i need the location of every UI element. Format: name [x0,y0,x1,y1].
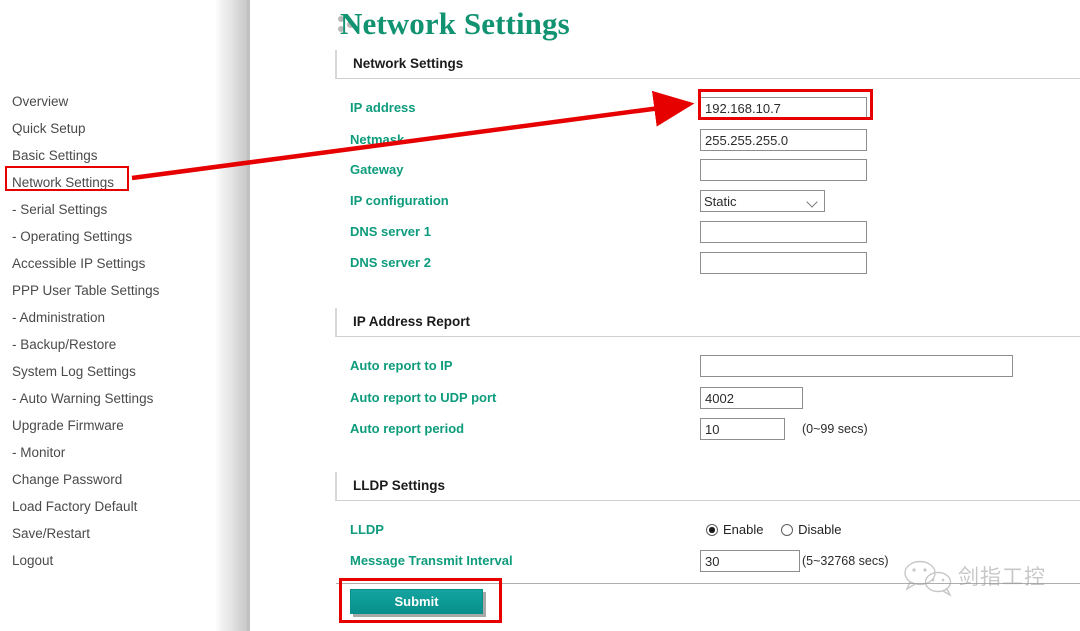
sidebar-item-serial-settings[interactable]: - Serial Settings [0,196,215,223]
sidebar-item-ppp-user-table-settings[interactable]: PPP User Table Settings [0,277,215,304]
dns-server-1-input[interactable] [700,221,867,243]
lldp-radio-enable[interactable]: Enable [706,522,763,537]
section-header-network-settings: Network Settings [335,50,1080,79]
message-transmit-interval-input[interactable] [700,550,800,572]
field-row-ip-configuration: IP configuration StaticDHCPDHCP/BOOTPBOO… [250,190,1080,215]
page-title: Network Settings [340,6,570,41]
section-header-label: IP Address Report [353,314,471,329]
field-label-auto-report-to-udp-port: Auto report to UDP port [350,390,497,405]
field-row-dns-server-1: DNS server 1 [250,221,1080,246]
lldp-radio-disable-label: Disable [798,522,842,537]
field-row-auto-report-period: Auto report period (0~99 secs) [250,418,1080,443]
section-header-lldp-settings: LLDP Settings [335,472,1080,501]
field-label-gateway: Gateway [350,162,404,177]
dns-server-2-input[interactable] [700,252,867,274]
gateway-input[interactable] [700,159,867,181]
sidebar: Overview Quick Setup Basic Settings Network… [0,0,215,631]
sidebar-item-change-password[interactable]: Change Password [0,466,215,493]
sidebar-item-logout[interactable]: Logout [0,547,215,574]
section-header-ip-address-report: IP Address Report [335,308,1080,337]
watermark: 剑指工控 [900,558,1072,602]
netmask-input[interactable] [700,129,867,151]
sidebar-item-overview[interactable]: Overview [0,88,215,115]
auto-report-to-ip-input[interactable] [700,355,1013,377]
field-label-ip-configuration: IP configuration [350,193,449,208]
field-row-gateway: Gateway [250,159,1080,184]
message-transmit-interval-hint: (5~32768 secs) [802,554,889,568]
field-label-lldp: LLDP [350,522,384,537]
sidebar-item-administration[interactable]: - Administration [0,304,215,331]
field-label-auto-report-to-ip: Auto report to IP [350,358,453,373]
sidebar-item-monitor[interactable]: - Monitor [0,439,215,466]
sidebar-item-accessible-ip-settings[interactable]: Accessible IP Settings [0,250,215,277]
lldp-radio-group: Enable Disable [706,519,855,540]
field-label-auto-report-period: Auto report period [350,421,465,436]
field-label-ip-address: IP address [350,100,416,115]
sidebar-item-quick-setup[interactable]: Quick Setup [0,115,215,142]
sidebar-item-save-restart[interactable]: Save/Restart [0,520,215,547]
ip-configuration-select-wrap: StaticDHCPDHCP/BOOTPBOOTPPPPoE [700,190,825,212]
sidebar-item-operating-settings[interactable]: - Operating Settings [0,223,215,250]
auto-report-period-hint: (0~99 secs) [802,422,868,436]
field-row-auto-report-to-udp-port: Auto report to UDP port [250,387,1080,412]
main-content: Network Settings Network Settings IP add… [250,0,1080,631]
field-row-auto-report-to-ip: Auto report to IP [250,355,1080,380]
sidebar-nav-list: Overview Quick Setup Basic Settings Network… [0,88,215,574]
sidebar-item-network-settings[interactable]: Network Settings [0,169,215,196]
page-fold-shading [215,0,248,631]
lldp-radio-enable-label: Enable [723,522,764,537]
auto-report-to-udp-port-input[interactable] [700,387,803,409]
watermark-text: 剑指工控 [958,565,1046,589]
field-label-dns-server-2: DNS server 2 [350,255,431,270]
field-label-dns-server-1: DNS server 1 [350,224,431,239]
section-header-label: Network Settings [353,56,464,71]
field-label-message-transmit-interval: Message Transmit Interval [350,553,513,568]
sidebar-item-backup-restore[interactable]: - Backup/Restore [0,331,215,358]
sidebar-item-basic-settings[interactable]: Basic Settings [0,142,215,169]
radio-unselected-icon [781,524,794,536]
sidebar-item-auto-warning-settings[interactable]: - Auto Warning Settings [0,385,215,412]
field-label-netmask: Netmask [350,132,405,147]
field-row-dns-server-2: DNS server 2 [250,252,1080,277]
ip-address-input[interactable] [700,97,867,119]
sidebar-item-load-factory-default[interactable]: Load Factory Default [0,493,215,520]
lldp-radio-disable[interactable]: Disable [781,522,841,537]
sidebar-item-upgrade-firmware[interactable]: Upgrade Firmware [0,412,215,439]
submit-button[interactable]: Submit [350,589,483,614]
field-row-lldp: LLDP Enable Disable [250,519,1080,544]
radio-selected-icon [706,524,718,536]
ip-configuration-select[interactable]: StaticDHCPDHCP/BOOTPBOOTPPPPoE [700,190,825,212]
wechat-icon [904,560,952,597]
section-header-label: LLDP Settings [353,478,446,493]
field-row-netmask: Netmask [250,129,1080,154]
field-row-ip-address: IP address [250,97,1080,122]
auto-report-period-input[interactable] [700,418,785,440]
sidebar-item-system-log-settings[interactable]: System Log Settings [0,358,215,385]
